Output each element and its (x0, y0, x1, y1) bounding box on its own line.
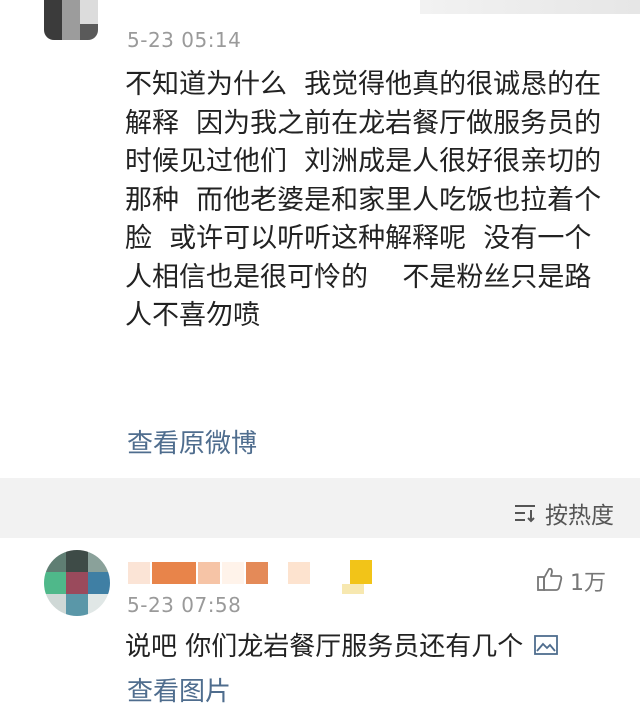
view-original-weibo-link[interactable]: 查看原微博 (127, 423, 257, 460)
thumbs-up-icon (536, 566, 564, 596)
comment-text: 说吧 你们龙岩餐厅服务员还有几个 (125, 632, 524, 662)
comment-text-row: 说吧 你们龙岩餐厅服务员还有几个 (125, 626, 559, 663)
comment-card: 1万 5-23 07:58 说吧 你们龙岩餐厅服务员还有几个 查看图片 (0, 538, 640, 704)
comment-card: 5-23 05:14 不知道为什么 我觉得他真的很诚恳的在解释 因为我之前在龙岩… (0, 0, 640, 478)
image-icon[interactable] (533, 634, 559, 656)
avatar[interactable] (44, 550, 110, 616)
previous-item-edge (420, 0, 640, 14)
sort-icon (513, 503, 537, 523)
weibo-comments-page: 5-23 05:14 不知道为什么 我觉得他真的很诚恳的在解释 因为我之前在龙岩… (0, 0, 640, 704)
sort-bar: 按热度 (0, 478, 640, 538)
avatar[interactable] (44, 0, 98, 40)
sort-by-popularity-button[interactable]: 按热度 (513, 496, 614, 530)
sort-label: 按热度 (545, 503, 614, 529)
comment-time: 5-23 07:58 (127, 593, 242, 617)
username-blurred[interactable] (128, 550, 378, 594)
like-count: 1万 (570, 571, 606, 596)
comment-time: 5-23 05:14 (127, 28, 242, 52)
view-image-link[interactable]: 查看图片 (127, 671, 231, 704)
comment-text: 不知道为什么 我觉得他真的很诚恳的在解释 因为我之前在龙岩餐厅做服务员的时候见过… (125, 69, 602, 331)
like-button[interactable]: 1万 (536, 565, 606, 597)
